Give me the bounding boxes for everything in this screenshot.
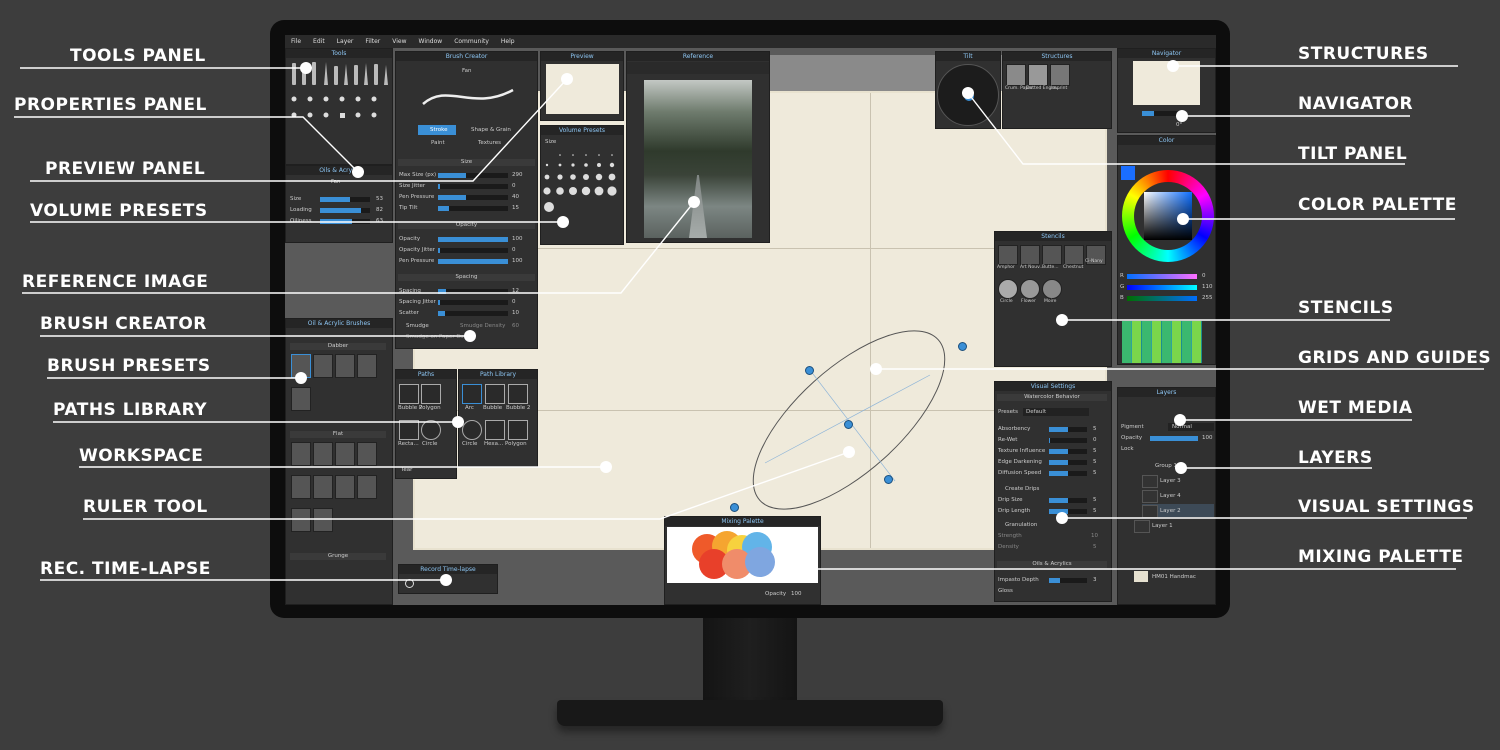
callout-leader-lines	[14, 60, 1484, 586]
